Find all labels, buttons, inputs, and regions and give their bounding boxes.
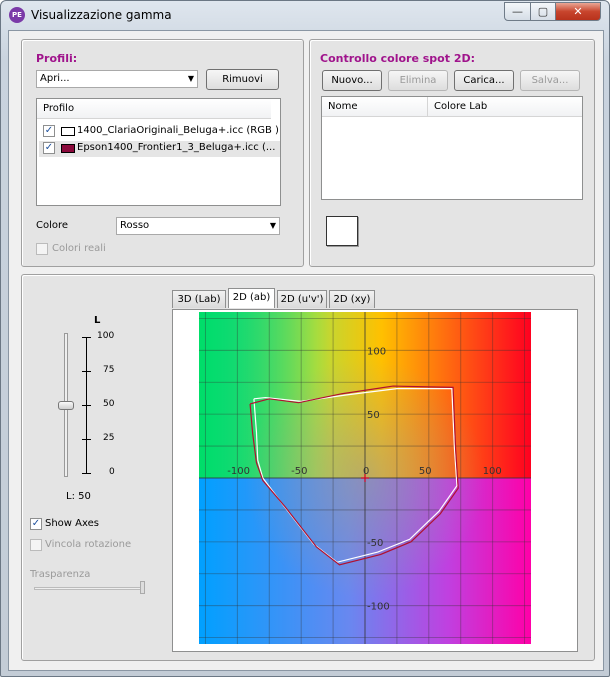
spot-col-name[interactable]: Nome <box>322 97 428 117</box>
slider-tick-label: 50 <box>103 399 115 409</box>
slider-tick <box>82 473 91 474</box>
slider-title: L <box>94 315 101 326</box>
minimize-button[interactable]: — <box>504 2 531 21</box>
y-tick-label: -50 <box>367 538 383 549</box>
spot-col-lab[interactable]: Colore Lab <box>428 97 582 117</box>
real-colors-checkbox[interactable] <box>36 243 48 255</box>
x-tick-label: -100 <box>227 466 250 477</box>
transparency-slider[interactable] <box>34 587 144 590</box>
slider-tick-label: 25 <box>103 433 115 443</box>
x-tick-label: 50 <box>419 466 432 477</box>
list-item[interactable]: ✓ Epson1400_Frontier1_3_Beluga+.icc (... <box>39 141 280 157</box>
save-button[interactable]: Salva... <box>520 70 580 91</box>
real-colors-label: Colori reali <box>52 243 106 254</box>
color-combo-value: Rosso <box>120 220 150 231</box>
open-profile-combo[interactable]: Apri... ▼ <box>36 70 198 88</box>
remove-button[interactable]: Rimuovi <box>206 69 279 90</box>
spot-color-group: Controllo colore spot 2D: Nuovo... Elimi… <box>309 39 595 267</box>
show-axes-checkbox[interactable]: ✓ <box>30 518 42 530</box>
app-icon: PE <box>9 7 25 23</box>
app-window: PE Visualizzazione gamma — ▢ ✕ Profili: … <box>0 0 610 677</box>
spot-title: Controllo colore spot 2D: <box>320 52 475 65</box>
delete-button[interactable]: Elimina <box>388 70 448 91</box>
y-tick-label: 100 <box>367 346 386 357</box>
lock-rotation-checkbox[interactable] <box>30 539 42 551</box>
tab-1[interactable]: 2D (ab) <box>228 288 275 308</box>
profile-color-swatch <box>61 127 75 136</box>
profile-name: 1400_ClariaOriginali_Beluga+.icc (RGB ) <box>77 125 279 136</box>
window-title: Visualizzazione gamma <box>31 8 172 22</box>
l-value-readout: L: 50 <box>66 491 91 502</box>
lock-rotation-label: Vincola rotazione <box>45 539 132 550</box>
chevron-down-icon: ▼ <box>187 74 194 83</box>
color-combo[interactable]: Rosso ▼ <box>116 217 280 235</box>
slider-tick-label: 100 <box>97 331 115 341</box>
profile-list[interactable]: Profilo ✓ 1400_ClariaOriginali_Beluga+.i… <box>36 98 281 206</box>
load-button[interactable]: Carica... <box>454 70 514 91</box>
profile-list-header[interactable]: Profilo <box>37 99 271 119</box>
profile-checkbox[interactable]: ✓ <box>43 142 55 154</box>
tab-2[interactable]: 2D (u'v') <box>277 290 327 308</box>
show-axes-label: Show Axes <box>45 518 99 529</box>
l-slider-thumb[interactable] <box>58 401 74 410</box>
close-button[interactable]: ✕ <box>555 2 601 21</box>
slider-tick <box>82 337 91 338</box>
tab-0[interactable]: 3D (Lab) <box>172 290 226 308</box>
view-tabs: 3D (Lab) 2D (ab) 2D (u'v') 2D (xy) <box>172 288 472 310</box>
spot-color-swatch[interactable] <box>326 216 358 246</box>
maximize-button[interactable]: ▢ <box>530 2 556 21</box>
transparency-slider-thumb[interactable] <box>140 581 145 594</box>
chevron-down-icon: ▼ <box>269 221 276 230</box>
color-label: Colore <box>36 220 69 231</box>
profile-checkbox[interactable]: ✓ <box>43 125 55 137</box>
tab-3[interactable]: 2D (xy) <box>329 290 375 308</box>
slider-tick <box>82 405 91 406</box>
x-tick-label: -50 <box>291 466 307 477</box>
slider-tick-label: 0 <box>109 467 115 477</box>
slider-tick-label: 75 <box>103 365 115 375</box>
y-tick-label: -100 <box>367 602 390 613</box>
profiles-title: Profili: <box>36 52 78 65</box>
open-profile-combo-value: Apri... <box>40 73 70 84</box>
x-tick-label: 100 <box>483 466 502 477</box>
y-tick-label: 50 <box>367 410 380 421</box>
profiles-group: Profili: Apri... ▼ Rimuovi Profilo ✓ 140… <box>21 39 304 267</box>
x-tick-label: 0 <box>363 466 369 477</box>
title-bar[interactable]: PE Visualizzazione gamma — ▢ ✕ <box>1 1 609 29</box>
profile-name: Epson1400_Frontier1_3_Beluga+.icc (... <box>77 142 276 153</box>
slider-tick <box>82 439 91 440</box>
client-area: Profili: Apri... ▼ Rimuovi Profilo ✓ 140… <box>8 30 604 671</box>
profile-color-swatch <box>61 144 75 153</box>
spot-list[interactable]: Nome Colore Lab <box>321 96 583 200</box>
list-item[interactable]: ✓ 1400_ClariaOriginali_Beluga+.icc (RGB … <box>41 124 279 140</box>
new-button[interactable]: Nuovo... <box>322 70 382 91</box>
slider-tick <box>82 371 91 372</box>
transparency-label: Trasparenza <box>30 569 91 580</box>
gamut-plot[interactable]: -100 -50 0 50 100 100 50 -50 -100 <box>199 312 531 644</box>
